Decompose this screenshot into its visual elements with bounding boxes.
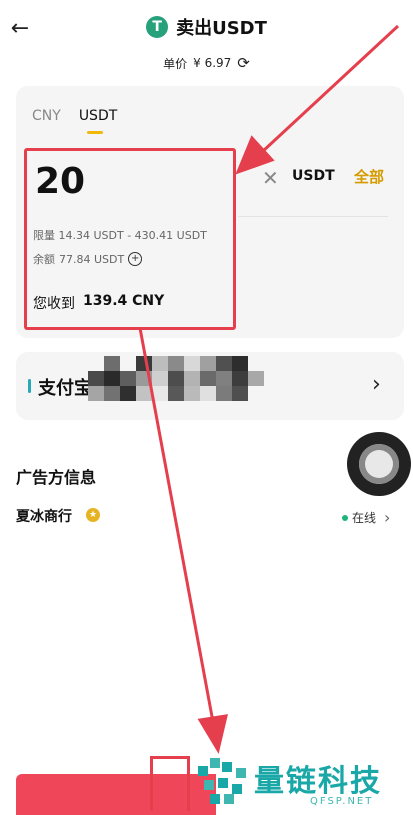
payment-label: 支付宝: [38, 378, 92, 399]
limit-label: 限量: [33, 229, 55, 242]
balance-label: 余额: [33, 253, 55, 266]
merchant-name: 夏冰商行: [16, 509, 72, 525]
plus-circle-icon[interactable]: +: [128, 252, 143, 266]
button-highlight-box: [150, 756, 190, 811]
all-button[interactable]: 全部: [354, 166, 384, 187]
tab-usdt[interactable]: USDT: [79, 108, 117, 134]
currency-label: USDT: [292, 168, 335, 184]
watermark: 量链科技 QFSP.NET: [196, 752, 410, 812]
merchant-row[interactable]: 夏冰商行 ★ 在线 ›: [16, 506, 406, 527]
chevron-right-icon[interactable]: ›: [384, 508, 390, 527]
limit-value: 14.34 USDT - 430.41 USDT: [58, 229, 207, 242]
header: ← T 卖出USDT 单价 ¥ 6.97 ⟳: [0, 0, 413, 80]
close-icon[interactable]: ✕: [262, 166, 279, 190]
currency-tabs: CNY USDT: [32, 108, 117, 134]
verified-badge-icon: ★: [86, 508, 100, 522]
watermark-title: 量链科技: [254, 764, 382, 799]
receive-label: 您收到: [33, 296, 75, 312]
watermark-subtitle: QFSP.NET: [310, 796, 374, 807]
price-row: 单价 ¥ 6.97 ⟳: [0, 54, 413, 72]
balance-value: 77.84 USDT: [59, 252, 125, 266]
page-title: 卖出USDT: [176, 18, 267, 39]
advertiser-section-title: 广告方信息: [16, 468, 97, 487]
tether-icon: T: [146, 16, 169, 38]
payment-method-row[interactable]: 支付宝 ›: [16, 352, 404, 420]
price-label: 单价: [163, 56, 188, 71]
receive-line: 您收到 139.4 CNY: [33, 293, 164, 313]
online-dot-icon: [342, 514, 348, 521]
amount-highlight-box: 20 限量 14.34 USDT - 430.41 USDT 余额 77.84 …: [24, 148, 236, 330]
limit-text: 限量 14.34 USDT - 430.41 USDT: [33, 227, 207, 243]
title-row: T 卖出USDT: [0, 14, 413, 40]
online-status: 在线 ›: [342, 508, 390, 527]
divider: [238, 216, 388, 217]
mosaic-redaction: [88, 356, 264, 401]
refresh-icon[interactable]: ⟳: [237, 54, 250, 72]
price-value: ¥ 6.97: [193, 56, 232, 70]
chevron-right-icon[interactable]: ›: [372, 372, 381, 397]
receive-value: 139.4 CNY: [83, 293, 165, 309]
balance-text: 余额 77.84 USDT +: [33, 251, 143, 267]
status-text: 在线: [352, 511, 377, 525]
sell-amount-card: CNY USDT 20 限量 14.34 USDT - 430.41 USDT …: [16, 86, 404, 338]
tab-cny[interactable]: CNY: [32, 108, 61, 124]
floating-assistive-button[interactable]: [347, 432, 411, 496]
amount-input[interactable]: 20: [35, 161, 85, 202]
payment-indicator: [28, 379, 31, 393]
watermark-logo-icon: [198, 758, 246, 804]
assistive-ring-icon: [359, 444, 399, 484]
